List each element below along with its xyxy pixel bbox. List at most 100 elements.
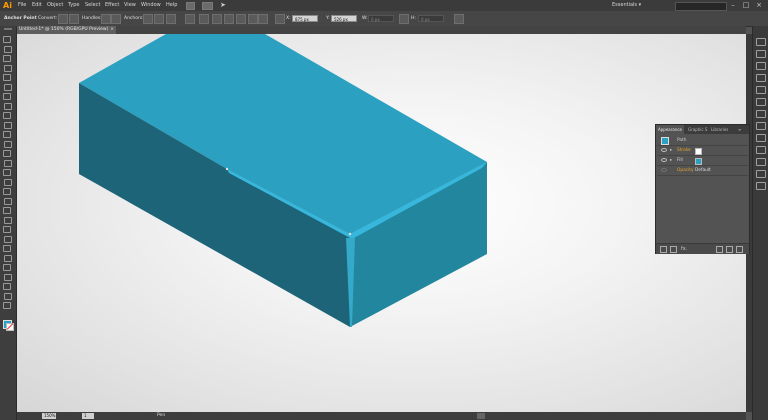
eyedropper-icon[interactable] [4,235,12,243]
stroke-panel-icon[interactable] [756,98,766,106]
layers-icon[interactable] [756,158,766,166]
width-icon[interactable] [4,178,12,186]
scale-icon[interactable] [3,169,11,176]
artboard-field[interactable]: 1 [82,413,94,419]
tab-appearance[interactable]: Appearance [656,125,685,134]
pencil-icon[interactable] [3,131,11,138]
constrain-link-icon[interactable] [399,14,409,24]
line-tool-icon[interactable] [4,102,12,110]
hide-handles-button[interactable] [111,14,121,24]
graph-icon[interactable] [3,264,11,271]
anchor-point[interactable] [225,167,229,171]
shaper-icon[interactable] [4,140,12,148]
menu-edit[interactable]: Edit [32,0,42,11]
convert-smooth-button[interactable] [69,14,79,24]
brushes-icon[interactable] [756,74,766,82]
w-field[interactable]: 0 px [368,15,394,22]
mesh-icon[interactable] [4,216,12,224]
menu-type[interactable]: Type [68,0,79,11]
opacity-label[interactable]: Opacity [677,166,694,175]
stroke-row[interactable]: ▸ Stroke [657,146,748,156]
duplicate-item-icon[interactable] [726,246,733,253]
fill-label[interactable]: Fill [677,156,683,165]
lasso-icon[interactable] [4,64,12,72]
rectangle-tool-icon[interactable] [3,112,11,119]
isolate-button[interactable] [185,14,195,24]
convert-corner-button[interactable] [58,14,68,24]
menu-window[interactable]: Window [141,0,161,11]
stroke-none-swatch[interactable] [695,148,702,155]
horizontal-scroll-thumb[interactable] [477,413,485,419]
y-field[interactable]: 526 px [331,15,357,22]
slice-icon[interactable] [3,283,11,290]
menu-select[interactable]: Select [85,0,100,11]
arrange-icon[interactable] [202,2,213,10]
send-icon[interactable]: ➤ [220,1,228,9]
h-field[interactable]: 0 px [418,15,444,22]
tab-graphic-styles[interactable]: Graphic S [686,125,709,134]
type-tool-icon[interactable] [3,93,11,100]
expand-arrow-icon[interactable]: ▸ [670,156,672,165]
fill-color-swatch[interactable] [695,158,702,165]
search-input[interactable] [675,2,727,11]
clear-appearance-icon[interactable] [716,246,723,253]
color-guide-icon[interactable] [756,50,766,58]
anchor-point[interactable] [348,232,352,236]
artwork[interactable] [17,34,746,412]
trash-icon[interactable] [736,246,743,253]
zoom-icon[interactable] [3,302,11,309]
opacity-row[interactable]: Opacity Default [657,166,748,176]
appearance-panel-icon[interactable] [756,134,766,142]
paintbrush-icon[interactable] [4,121,12,129]
asset-export-icon[interactable] [756,182,766,190]
color-panel-icon[interactable] [756,38,766,46]
selection-tool-icon[interactable] [3,36,11,43]
eye-icon[interactable] [661,148,667,152]
fx-icon[interactable]: fx. [681,244,687,254]
align-center-button[interactable] [212,14,222,24]
align-bottom-button[interactable] [258,14,268,24]
transform-ref-button[interactable] [275,14,285,24]
cut-path-button[interactable] [166,14,176,24]
workspace-switcher[interactable]: Essentials ▾ [612,1,672,9]
show-handles-button[interactable] [101,14,111,24]
zoom-field[interactable]: 150% [42,413,56,419]
eraser-icon[interactable] [3,150,11,157]
align-right-button[interactable] [224,14,234,24]
rotate-icon[interactable] [4,159,12,167]
blend-icon[interactable] [3,245,11,252]
swatches-icon[interactable] [756,62,766,70]
tab-libraries[interactable]: Libraries [709,125,730,134]
panel-grip[interactable] [4,28,12,30]
fill-row[interactable]: ▸ Fill [657,156,748,166]
panel-menu-button[interactable] [454,14,464,24]
symbols-icon[interactable] [756,86,766,94]
distribute-button[interactable] [236,14,246,24]
menu-effect[interactable]: Effect [105,0,119,11]
transparency-icon[interactable] [756,122,766,130]
graphic-styles-icon[interactable] [756,146,766,154]
direct-select-icon[interactable] [4,45,12,53]
stroke-label[interactable]: Stroke [677,146,691,155]
distribute-v-button[interactable] [248,14,258,24]
eye-icon[interactable] [661,168,667,172]
free-transform-icon[interactable] [3,188,11,195]
magic-wand-icon[interactable] [3,55,11,62]
remove-anchor-button[interactable] [143,14,153,24]
x-field[interactable]: 875 px [292,15,318,22]
artboards-icon[interactable] [756,170,766,178]
canvas[interactable] [17,34,746,412]
artboard-icon[interactable] [4,273,12,281]
minimize-icon[interactable]: – [728,1,738,10]
maximize-icon[interactable]: □ [741,1,751,10]
hand-icon[interactable] [4,292,12,300]
add-stroke-icon[interactable] [660,246,667,253]
expand-arrow-icon[interactable]: ▸ [670,146,672,155]
menu-object[interactable]: Object [47,0,63,11]
shape-builder-icon[interactable] [4,197,12,205]
gradient-icon[interactable] [3,226,11,233]
gradient-panel-icon[interactable] [756,110,766,118]
align-button[interactable] [199,14,209,24]
stroke-swatch[interactable] [6,323,14,331]
document-tab[interactable]: Untitled-1* @ 150% (RGB/GPU Preview) × [16,26,116,34]
